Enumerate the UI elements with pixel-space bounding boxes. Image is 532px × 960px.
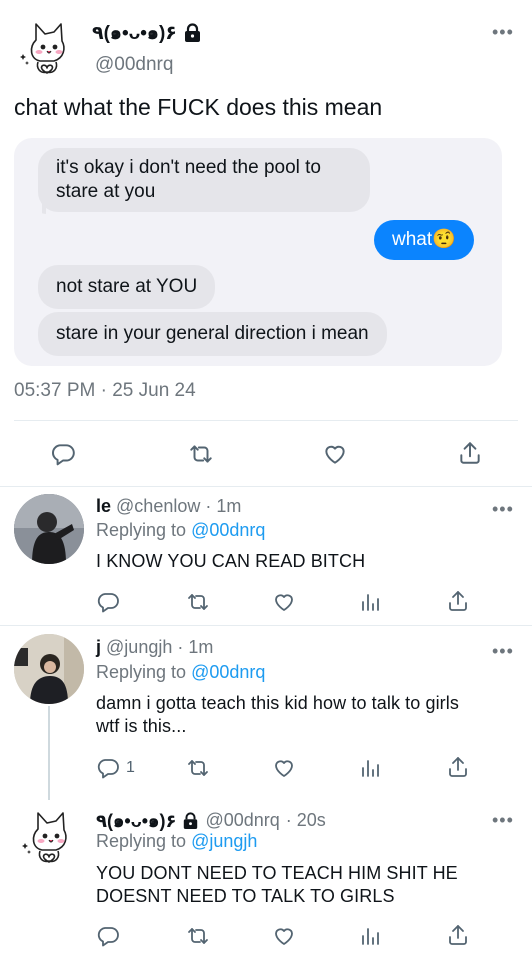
analytics-icon — [362, 594, 379, 611]
reply-line: DOESNT NEED TO TALK TO GIRLS — [96, 886, 395, 906]
display-name[interactable]: ٩(๑•ᴗ•๑)۶ — [92, 18, 202, 48]
share-icon — [449, 757, 467, 777]
reply-header: le @chenlow · 1m — [96, 496, 241, 517]
reply-time[interactable]: · 1m — [177, 637, 213, 657]
like-button[interactable] — [322, 441, 348, 467]
reply-handle[interactable]: @chenlow — [116, 496, 200, 516]
share-button[interactable] — [457, 440, 483, 466]
reply-line: wtf is this... — [96, 716, 187, 736]
replying-to: Replying to @00dnrq — [96, 662, 265, 683]
like-icon — [275, 594, 293, 611]
more-icon[interactable]: ••• — [492, 22, 514, 43]
avatar[interactable] — [14, 494, 84, 564]
like-button[interactable] — [272, 590, 296, 614]
more-icon[interactable]: ••• — [492, 499, 514, 520]
share-button[interactable] — [446, 923, 470, 947]
retweet-button[interactable] — [186, 924, 210, 948]
retweet-icon — [188, 594, 208, 610]
reply-button[interactable] — [96, 590, 120, 614]
chat-line: it's okay i don't need the pool to — [56, 157, 321, 178]
reply-handle[interactable]: @00dnrq — [205, 810, 279, 831]
tweet-text: chat what the FUCK does this mean — [14, 94, 383, 120]
analytics-button[interactable] — [358, 590, 382, 614]
share-button[interactable] — [446, 589, 470, 613]
chat-bubble-outgoing: what🤨 — [374, 220, 474, 260]
lock-icon — [182, 811, 199, 830]
handle[interactable]: @00dnrq — [95, 54, 173, 76]
retweet-button[interactable] — [186, 756, 210, 780]
reply-icon — [97, 927, 119, 947]
reply-icon — [97, 593, 119, 613]
retweet-icon — [190, 445, 212, 463]
share-icon — [449, 925, 467, 945]
reply-text: YOU DONT NEED TO TEACH HIM SHIT HE DOESN… — [96, 862, 458, 908]
reply-button[interactable] — [96, 924, 120, 948]
retweet-button[interactable] — [188, 441, 214, 467]
reply-line: YOU DONT NEED TO TEACH HIM SHIT HE — [96, 863, 458, 883]
chat-line: stare at you — [56, 181, 156, 202]
more-icon[interactable]: ••• — [492, 641, 514, 662]
like-button[interactable] — [272, 924, 296, 948]
replying-prefix: Replying to — [96, 831, 187, 851]
reply-header: j @jungjh · 1m — [96, 637, 213, 658]
retweet-button[interactable] — [186, 590, 210, 614]
replying-prefix: Replying to — [96, 662, 187, 682]
retweet-icon — [188, 760, 208, 776]
reply-button[interactable]: 1 — [96, 756, 135, 780]
reply-icon — [52, 444, 75, 466]
chat-screenshot: it's okay i don't need the pool to stare… — [14, 138, 502, 366]
analytics-icon — [362, 928, 379, 945]
analytics-icon — [362, 760, 379, 777]
reply-time[interactable]: · 1m — [205, 496, 241, 516]
replying-to: Replying to @jungjh — [96, 831, 257, 852]
share-icon — [449, 591, 467, 611]
reply-name[interactable]: j — [96, 637, 101, 657]
chat-bubble-incoming: not stare at YOU — [38, 265, 216, 309]
reply-text: I KNOW YOU CAN READ BITCH — [96, 550, 365, 573]
bubble-tail — [32, 200, 46, 214]
like-button[interactable] — [272, 756, 296, 780]
reply-time[interactable]: · 20s — [286, 810, 326, 831]
share-button[interactable] — [446, 755, 470, 779]
reply-name[interactable]: le — [96, 496, 111, 516]
display-name-text: ٩(๑•ᴗ•๑)۶ — [92, 23, 177, 44]
reply-button[interactable] — [50, 441, 76, 467]
reply-line: damn i gotta teach this kid how to talk … — [96, 693, 459, 713]
like-icon — [325, 445, 345, 464]
chat-bubble-incoming: stare in your general direction i mean — [38, 312, 387, 356]
thread-line — [48, 706, 50, 800]
replying-to: Replying to @00dnrq — [96, 520, 265, 541]
lock-icon — [183, 23, 202, 43]
chat-bubble-incoming: it's okay i don't need the pool to stare… — [38, 148, 370, 212]
tweet-timestamp[interactable]: 05:37 PM · 25 Jun 24 — [14, 380, 196, 402]
replying-to-handle[interactable]: @00dnrq — [191, 662, 265, 682]
replying-to-handle[interactable]: @00dnrq — [191, 520, 265, 540]
analytics-button[interactable] — [358, 756, 382, 780]
divider — [0, 625, 532, 626]
avatar[interactable] — [14, 14, 80, 80]
avatar[interactable] — [14, 634, 84, 704]
reply-line: I KNOW YOU CAN READ BITCH — [96, 551, 366, 571]
analytics-button[interactable] — [358, 924, 382, 948]
reply-text: damn i gotta teach this kid how to talk … — [96, 692, 459, 738]
like-icon — [275, 928, 293, 945]
divider — [0, 486, 532, 487]
replying-prefix: Replying to — [96, 520, 187, 540]
replying-to-handle[interactable]: @jungjh — [191, 831, 257, 851]
reply-count: 1 — [126, 759, 135, 776]
avatar[interactable] — [16, 803, 82, 869]
divider — [14, 420, 518, 421]
reply-handle[interactable]: @jungjh — [106, 637, 172, 657]
like-icon — [275, 760, 293, 777]
more-icon[interactable]: ••• — [492, 810, 514, 831]
retweet-icon — [188, 928, 208, 944]
share-icon — [460, 442, 480, 464]
reply-icon — [97, 759, 119, 779]
